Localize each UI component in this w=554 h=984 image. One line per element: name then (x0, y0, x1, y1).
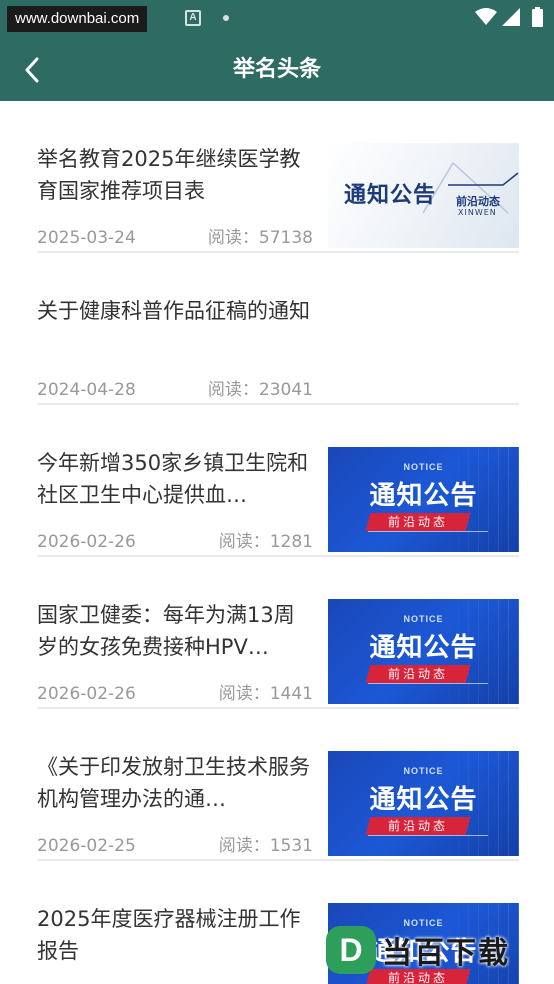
news-title: 2025年度医疗器械注册工作报告 (37, 907, 301, 963)
site-logo-text: 当百下载 (382, 936, 510, 971)
notification-icon: A (185, 10, 201, 26)
page-title: 举名头条 (232, 57, 321, 82)
news-date: 2024-04-28 (37, 380, 136, 400)
thumbnail-english-text: XINWEN (458, 208, 497, 217)
thumbnail-tag: 前沿动态 (365, 817, 471, 835)
news-item[interactable]: 举名教育2025年继续医学教育国家推荐项目表 2025-03-24 阅读：571… (37, 101, 519, 253)
signal-icon (502, 8, 520, 26)
news-date: 2026-02-25 (37, 836, 136, 856)
thumbnail-tag-text: 前沿动态 (387, 667, 448, 681)
news-item[interactable]: 关于健康科普作品征稿的通知 2024-04-28 阅读：23041 (37, 253, 519, 405)
news-title: 今年新增350家乡镇卫生院和社区卫生中心提供血… (37, 451, 309, 507)
thumbnail-main-text: 通知公告 (344, 183, 437, 208)
thumbnail-main-text: 通知公告 (369, 481, 478, 511)
thumbnail-notice-text: NOTICE (403, 462, 444, 472)
thumbnail-notice-text: NOTICE (403, 766, 444, 776)
chevron-left-icon (25, 57, 39, 83)
news-thumbnail: NOTICE 通知公告 前沿动态 (328, 447, 519, 552)
thumbnail-sub-text: 前沿动态 (456, 195, 500, 208)
site-watermark-logo: D 当百下载 (326, 924, 548, 976)
back-button[interactable] (14, 50, 50, 90)
thumbnail-main-text: 通知公告 (369, 633, 478, 663)
news-date: 2025-03-24 (37, 228, 136, 248)
news-thumbnail: NOTICE 通知公告 前沿动态 (328, 751, 519, 856)
news-title: 关于健康科普作品征稿的通知 (37, 299, 310, 323)
thumbnail-tag-text: 前沿动态 (387, 515, 448, 529)
app-header: www.downbai.com A 举名头条 (0, 0, 554, 101)
news-date: 2026-02-26 (37, 684, 136, 704)
thumbnail-main-text: 通知公告 (369, 785, 478, 815)
news-read-count: 阅读：1531 (218, 836, 313, 856)
thumbnail-underline (368, 835, 488, 836)
news-read-count: 阅读：23041 (207, 380, 313, 400)
news-title: 举名教育2025年继续医学教育国家推荐项目表 (37, 147, 301, 203)
news-date: 2026-02-26 (37, 532, 136, 552)
watermark-url: www.downbai.com (7, 6, 148, 32)
thumbnail-underline (368, 683, 488, 684)
news-item[interactable]: 国家卫健委：每年为满13周岁的女孩免费接种HPV… 2026-02-26 阅读：… (37, 557, 519, 709)
battery-icon (532, 7, 543, 27)
news-title: 国家卫健委：每年为满13周岁的女孩免费接种HPV… (37, 603, 295, 659)
thumbnail-tag-text: 前沿动态 (387, 819, 448, 833)
news-thumbnail: NOTICE 通知公告 前沿动态 (328, 599, 519, 704)
news-thumbnail: 通知公告 前沿动态 XINWEN (328, 143, 519, 248)
thumbnail-notice-text: NOTICE (403, 614, 444, 624)
news-read-count: 阅读：1281 (218, 532, 313, 552)
thumbnail-tag: 前沿动态 (365, 665, 471, 683)
site-logo-icon: D (326, 926, 376, 974)
news-read-count: 阅读：57138 (207, 228, 313, 248)
news-read-count: 阅读：1441 (218, 684, 313, 704)
news-item[interactable]: 今年新增350家乡镇卫生院和社区卫生中心提供血… 2026-02-26 阅读：1… (37, 405, 519, 557)
news-item[interactable]: 《关于印发放射卫生技术服务机构管理办法的通… 2026-02-25 阅读：153… (37, 709, 519, 861)
notification-dot-icon (223, 15, 229, 21)
status-bar: www.downbai.com A (0, 0, 554, 36)
thumbnail-tag: 前沿动态 (365, 513, 471, 531)
news-title: 《关于印发放射卫生技术服务机构管理办法的通… (37, 755, 310, 811)
wifi-icon (475, 8, 497, 25)
thumbnail-underline (368, 531, 488, 532)
